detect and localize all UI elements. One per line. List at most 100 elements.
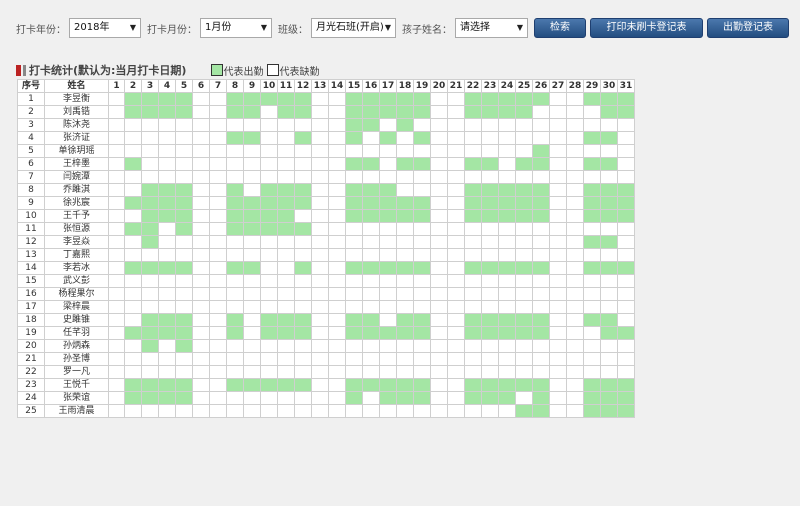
day-cell-absent: [311, 339, 329, 353]
day-cell-present: [243, 378, 261, 392]
column-header-name: 姓名: [44, 79, 109, 93]
day-cell-absent: [515, 365, 533, 379]
column-header-day: 12: [294, 79, 312, 93]
day-cell-absent: [515, 222, 533, 236]
student-name: 梁梓晨: [44, 300, 109, 314]
attendance-sheet-button[interactable]: 出勤登记表: [707, 18, 789, 38]
day-cell-absent: [108, 157, 125, 171]
day-cell-absent: [226, 157, 244, 171]
day-cell-absent: [532, 274, 550, 288]
day-cell-present: [464, 391, 482, 405]
day-cell-absent: [158, 300, 176, 314]
day-cell-present: [498, 92, 516, 106]
day-cell-absent: [158, 170, 176, 184]
day-cell-present: [498, 261, 516, 275]
day-cell-present: [583, 92, 601, 106]
child-select[interactable]: 请选择 ▼: [455, 18, 528, 38]
day-cell-present: [345, 196, 363, 210]
day-cell-absent: [260, 287, 278, 301]
day-cell-absent: [379, 222, 397, 236]
day-cell-absent: [430, 287, 448, 301]
day-cell-absent: [175, 287, 193, 301]
day-cell-present: [175, 378, 193, 392]
day-cell-absent: [243, 274, 261, 288]
day-cell-absent: [192, 313, 210, 327]
day-cell-absent: [532, 235, 550, 249]
day-cell-absent: [294, 118, 312, 132]
day-cell-present: [158, 261, 176, 275]
day-cell-absent: [141, 287, 159, 301]
day-cell-absent: [430, 352, 448, 366]
year-select[interactable]: 2018年 ▼: [69, 18, 141, 38]
day-cell-present: [124, 196, 142, 210]
day-cell-absent: [277, 391, 295, 405]
day-cell-absent: [277, 365, 295, 379]
day-cell-present: [277, 92, 295, 106]
day-cell-absent: [328, 222, 346, 236]
row-index: 8: [17, 183, 45, 197]
day-cell-absent: [277, 261, 295, 275]
day-cell-present: [600, 183, 618, 197]
day-cell-absent: [345, 404, 363, 418]
day-cell-absent: [447, 105, 465, 119]
day-cell-absent: [532, 131, 550, 145]
day-cell-absent: [294, 157, 312, 171]
day-cell-absent: [108, 365, 125, 379]
day-cell-present: [464, 157, 482, 171]
day-cell-absent: [515, 391, 533, 405]
day-cell-absent: [379, 365, 397, 379]
chevron-down-icon: ▼: [516, 23, 523, 32]
day-cell-absent: [583, 248, 601, 262]
day-cell-present: [600, 209, 618, 223]
class-select-value: 月光石班(开启): [316, 22, 384, 33]
day-cell-absent: [209, 391, 227, 405]
column-header-day: 15: [345, 79, 363, 93]
day-cell-present: [464, 183, 482, 197]
day-cell-absent: [447, 274, 465, 288]
month-select[interactable]: 1月份 ▼: [200, 18, 272, 38]
print-unswiped-button[interactable]: 打印未刷卡登记表: [590, 18, 703, 38]
table-row: 20 孙炳森: [17, 339, 635, 353]
table-header-row: 序号 姓名 1 2 3 4 5 6 7 8 9 10 11 12 13 14 15 16 17 18 19 20 21 22 2…: [17, 79, 635, 93]
day-cell-present: [175, 222, 193, 236]
day-cell-present: [294, 222, 312, 236]
column-header-day: 28: [566, 79, 584, 93]
day-cell-absent: [379, 313, 397, 327]
day-cell-absent: [481, 144, 499, 158]
day-cell-absent: [447, 287, 465, 301]
row-index: 2: [17, 105, 45, 119]
day-cell-present: [260, 222, 278, 236]
day-cell-absent: [413, 170, 431, 184]
day-cell-absent: [311, 352, 329, 366]
day-cell-absent: [277, 287, 295, 301]
day-cell-absent: [226, 170, 244, 184]
day-cell-present: [532, 391, 550, 405]
day-cell-present: [175, 326, 193, 340]
day-cell-absent: [396, 222, 414, 236]
day-cell-present: [362, 196, 380, 210]
day-cell-absent: [311, 248, 329, 262]
day-cell-absent: [549, 222, 567, 236]
day-cell-absent: [192, 248, 210, 262]
day-cell-present: [277, 326, 295, 340]
day-cell-absent: [294, 339, 312, 353]
day-cell-absent: [447, 209, 465, 223]
day-cell-present: [600, 105, 618, 119]
day-cell-present: [481, 157, 499, 171]
day-cell-absent: [243, 352, 261, 366]
day-cell-absent: [260, 339, 278, 353]
class-select[interactable]: 月光石班(开启) ▼: [311, 18, 396, 38]
row-index: 20: [17, 339, 45, 353]
day-cell-absent: [600, 118, 618, 132]
search-button[interactable]: 检索: [534, 18, 586, 38]
day-cell-absent: [566, 248, 584, 262]
day-cell-absent: [549, 274, 567, 288]
student-name: 乔雎淇: [44, 183, 109, 197]
day-cell-absent: [566, 170, 584, 184]
day-cell-present: [498, 209, 516, 223]
day-cell-absent: [260, 131, 278, 145]
day-cell-present: [532, 209, 550, 223]
day-cell-absent: [549, 209, 567, 223]
day-cell-present: [243, 209, 261, 223]
day-cell-absent: [141, 404, 159, 418]
